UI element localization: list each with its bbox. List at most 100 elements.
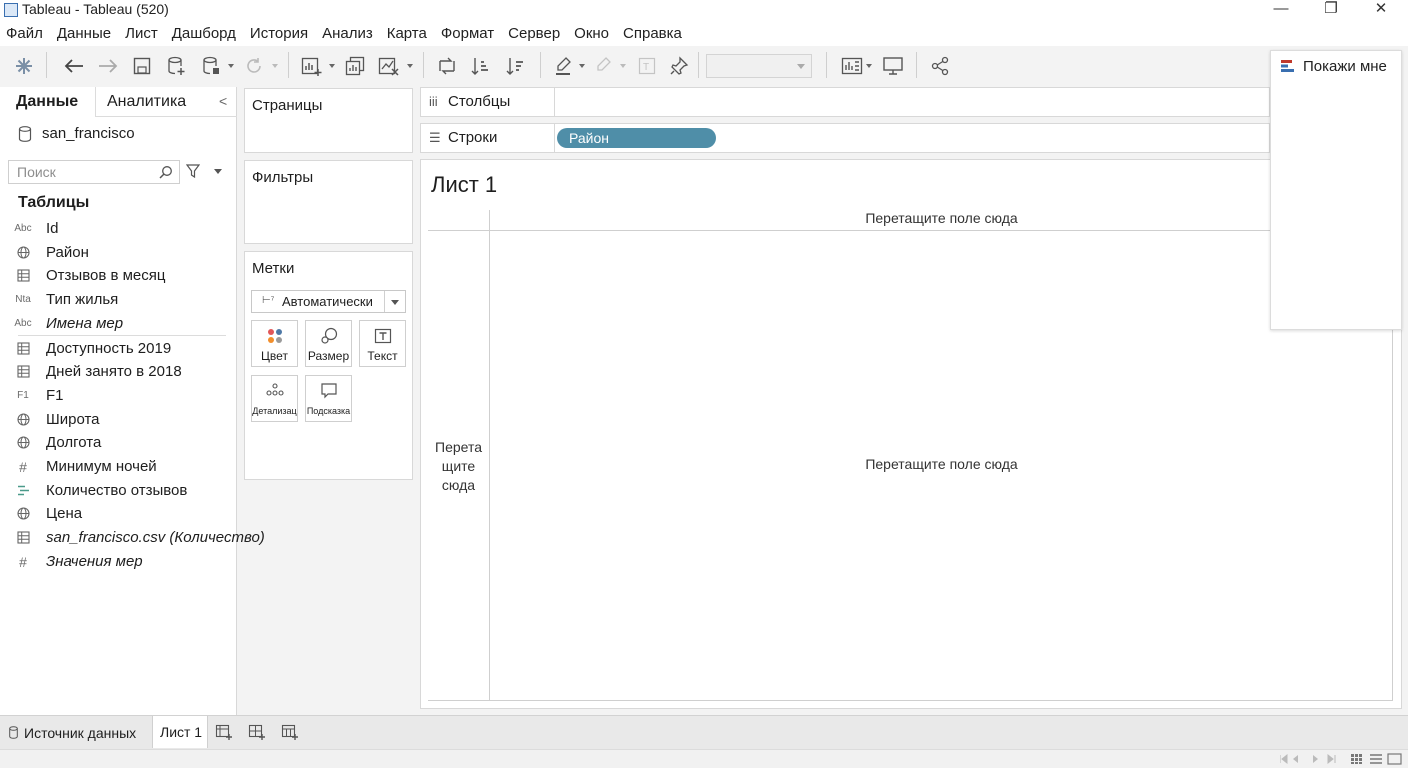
globe-icon <box>0 246 46 259</box>
cell-drop-zone[interactable]: Перетащите поле сюда <box>490 456 1393 472</box>
save-icon[interactable] <box>131 54 153 78</box>
table-icon <box>0 365 46 378</box>
sort-ascending-icon[interactable] <box>470 54 492 78</box>
rows-shelf[interactable]: ☰ Строки <box>420 123 1270 153</box>
label-button[interactable]: Текст <box>359 320 406 367</box>
show-cards-dropdown[interactable] <box>866 64 872 68</box>
menu-format[interactable]: Формат <box>441 25 494 42</box>
fit-combo[interactable] <box>706 54 812 78</box>
sort-descending-icon[interactable] <box>505 54 527 78</box>
field-name: Id <box>46 220 59 237</box>
menu-worksheet[interactable]: Лист <box>125 25 158 42</box>
data-pane: Данные Аналитика < san_francisco Поиск Т… <box>0 87 265 715</box>
tooltip-button[interactable]: Подсказка <box>305 375 352 422</box>
collapse-pane-button[interactable]: < <box>219 93 227 109</box>
field-item[interactable]: Количество отзывов <box>0 479 236 502</box>
sheet-title[interactable]: Лист 1 <box>431 172 497 198</box>
field-item[interactable]: Широта <box>0 408 236 431</box>
swap-rows-columns-icon[interactable] <box>436 54 458 78</box>
restore-button[interactable]: ❐ <box>1308 0 1354 20</box>
field-name: Минимум ночей <box>46 458 157 475</box>
tab-sheet-1[interactable]: Лист 1 <box>152 716 208 748</box>
tab-analytics[interactable]: Аналитика <box>107 93 186 111</box>
mark-type-dropdown[interactable]: ⊢⁷ Автоматически <box>251 290 406 313</box>
menu-help[interactable]: Справка <box>623 25 682 42</box>
clear-sheet-icon[interactable] <box>377 54 401 78</box>
field-item[interactable]: Отзывов в месяц <box>0 264 236 287</box>
new-datasource-icon[interactable] <box>165 54 187 78</box>
show-mark-labels-icon[interactable]: T <box>636 54 658 78</box>
presentation-mode-icon[interactable] <box>881 54 905 78</box>
menu-story[interactable]: История <box>250 25 308 42</box>
menu-dashboard[interactable]: Дашборд <box>172 25 236 42</box>
new-worksheet-icon[interactable] <box>300 54 324 78</box>
pin-axes-icon[interactable] <box>668 54 690 78</box>
duplicate-sheet-icon[interactable] <box>344 54 366 78</box>
field-item[interactable]: Abc Id <box>0 217 236 240</box>
tab-data-source[interactable]: Источник данных <box>0 716 152 748</box>
group-members-dropdown[interactable] <box>620 64 626 68</box>
share-icon[interactable] <box>929 54 951 78</box>
globe-icon <box>0 413 46 426</box>
highlight-dropdown[interactable] <box>579 64 585 68</box>
menu-analysis[interactable]: Анализ <box>322 25 373 42</box>
columns-shelf[interactable]: iii Столбцы <box>420 87 1270 117</box>
tableau-logo-icon[interactable] <box>12 54 36 78</box>
menu-server[interactable]: Сервер <box>508 25 560 42</box>
pause-updates-icon[interactable] <box>200 54 222 78</box>
rows-drop-zone[interactable]: Перета щите сюда <box>429 438 488 495</box>
field-item[interactable]: Дней занято в 2018 <box>0 360 236 383</box>
minimize-button[interactable]: — <box>1258 0 1304 20</box>
menu-file[interactable]: Файл <box>6 25 43 42</box>
pause-updates-dropdown[interactable] <box>228 64 234 68</box>
field-name: Тип жилья <box>46 291 119 308</box>
field-item[interactable]: Район <box>0 241 236 264</box>
rows-icon: ☰ <box>429 130 441 145</box>
clear-sheet-dropdown[interactable] <box>407 64 413 68</box>
menu-map[interactable]: Карта <box>387 25 427 42</box>
datasource-item[interactable]: san_francisco <box>18 125 135 142</box>
field-item[interactable]: san_francisco.csv (Количество) <box>0 526 265 549</box>
chevron-down-icon <box>391 300 399 305</box>
search-options-dropdown[interactable] <box>214 169 222 174</box>
menu-data[interactable]: Данные <box>57 25 111 42</box>
detail-button[interactable]: Детализац <box>251 375 298 422</box>
toolbar-separator <box>288 52 289 78</box>
new-story-tab-icon[interactable] <box>281 723 299 741</box>
new-worksheet-dropdown[interactable] <box>329 64 335 68</box>
new-dashboard-tab-icon[interactable] <box>248 723 266 741</box>
new-worksheet-tab-icon[interactable] <box>215 723 233 741</box>
field-item[interactable]: Доступность 2019 <box>0 337 236 360</box>
show-cards-icon[interactable] <box>840 54 864 78</box>
field-item[interactable]: Abc Имена мер <box>0 312 236 335</box>
refresh-dropdown[interactable] <box>272 64 278 68</box>
redo-icon[interactable] <box>96 54 120 78</box>
field-item[interactable]: # Минимум ночей <box>0 455 236 478</box>
color-button[interactable]: Цвет <box>251 320 298 367</box>
tab-data[interactable]: Данные <box>16 93 78 111</box>
show-me-panel[interactable]: Покажи мне <box>1270 50 1402 330</box>
sheet-navigation-icon[interactable] <box>1280 753 1340 765</box>
field-pill-district[interactable]: Район <box>557 128 716 148</box>
field-item[interactable]: # Значения мер <box>0 550 236 573</box>
group-members-icon[interactable] <box>593 54 615 78</box>
toolbar-separator <box>826 52 827 78</box>
undo-icon[interactable] <box>62 54 86 78</box>
columns-drop-zone[interactable]: Перетащите поле сюда <box>490 210 1393 230</box>
refresh-icon[interactable] <box>242 54 266 78</box>
view-canvas[interactable] <box>420 159 1402 709</box>
pages-card[interactable]: Страницы <box>244 88 413 153</box>
field-item[interactable]: Nta Тип жилья <box>0 288 236 311</box>
filter-icon[interactable] <box>186 164 200 178</box>
menu-window[interactable]: Окно <box>574 25 609 42</box>
size-button[interactable]: Размер <box>305 320 352 367</box>
view-mode-icons[interactable] <box>1350 753 1406 765</box>
search-input[interactable]: Поиск <box>8 160 180 184</box>
field-item[interactable]: F1 F1 <box>0 384 236 407</box>
field-item[interactable]: Цена <box>0 502 236 525</box>
highlight-icon[interactable] <box>553 54 575 78</box>
close-button[interactable]: ✕ <box>1358 0 1404 20</box>
field-item[interactable]: Долгота <box>0 431 236 454</box>
field-name: Цена <box>46 505 83 522</box>
filters-card[interactable]: Фильтры <box>244 160 413 244</box>
